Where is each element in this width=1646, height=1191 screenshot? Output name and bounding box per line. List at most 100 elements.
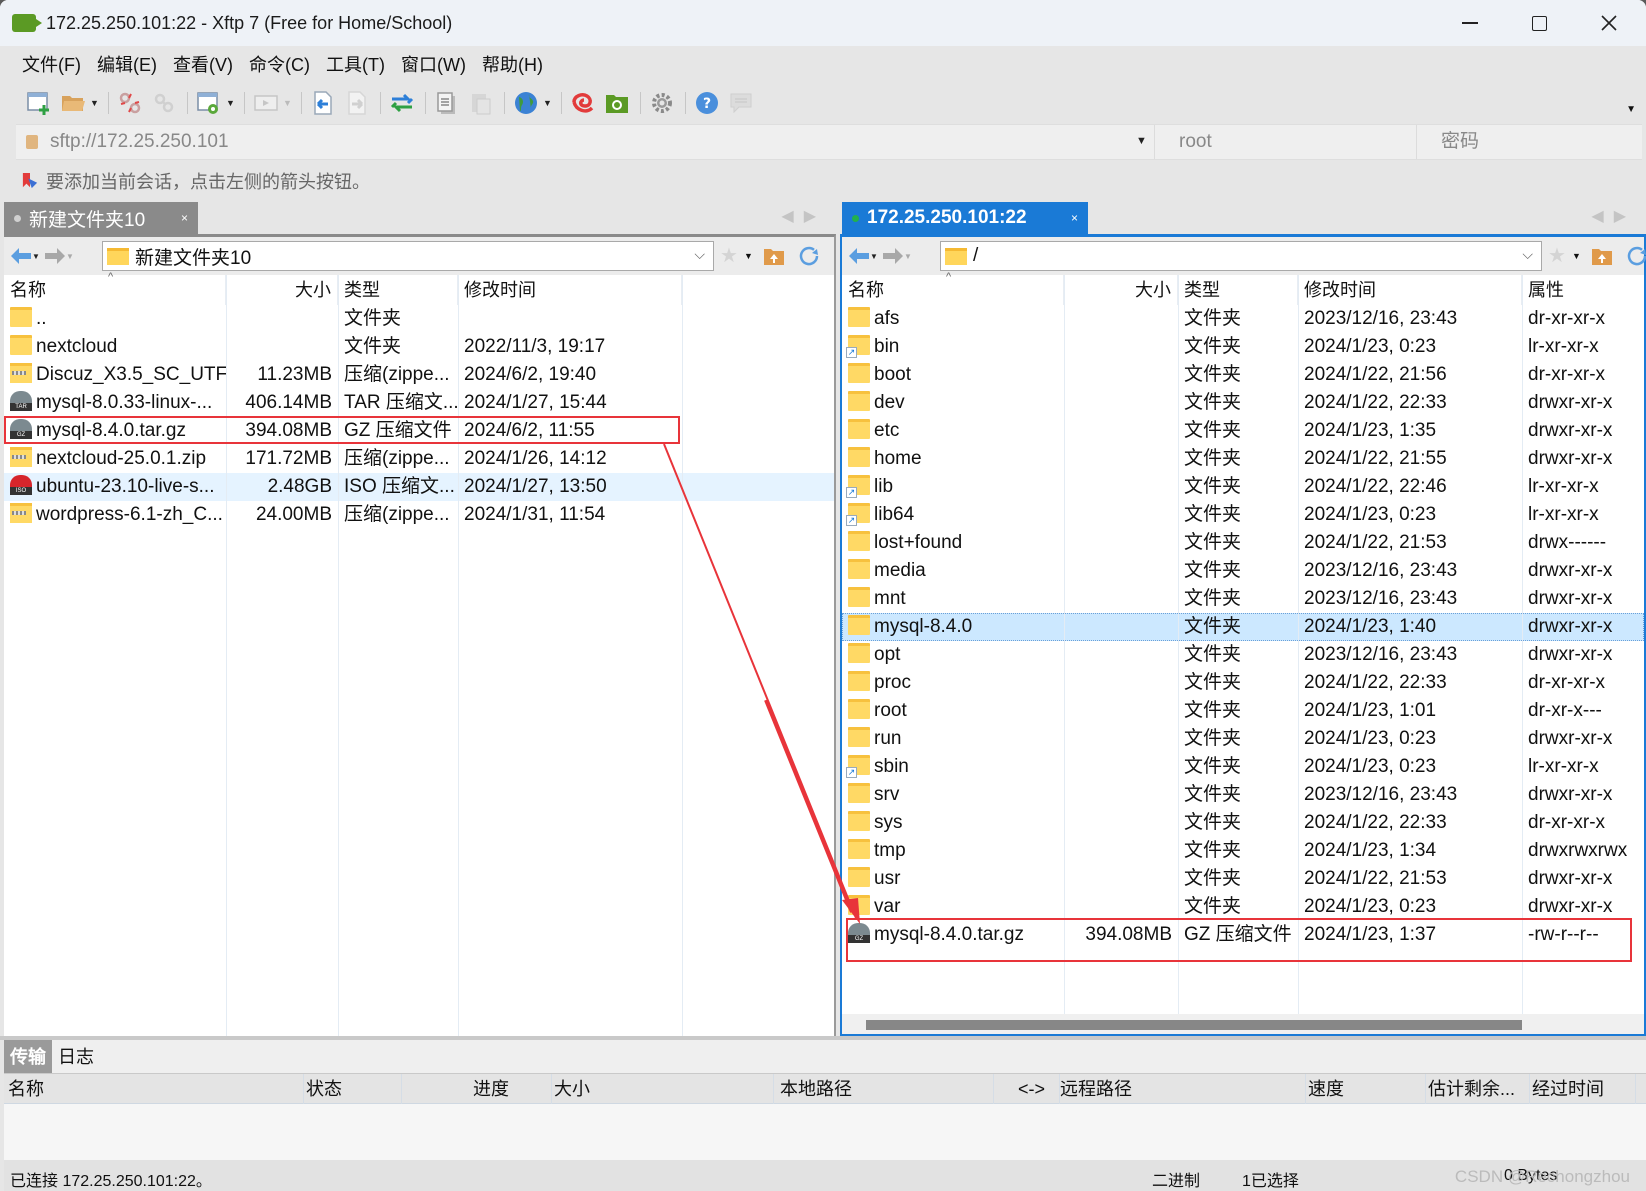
parent-folder-icon[interactable] [1591,246,1613,266]
forward-dropdown[interactable]: ▼ [904,252,916,261]
close-tab-icon[interactable]: × [181,211,188,225]
upload-button[interactable] [310,90,336,116]
add-session-arrow-icon[interactable] [22,172,38,190]
menu-help[interactable]: 帮助(H) [482,51,543,77]
col-direction[interactable]: <-> [1004,1074,1060,1104]
file-row[interactable]: dev 文件夹 2024/1/22, 22:33 drwxr-xr-x [842,389,1644,417]
menu-tools[interactable]: 工具(T) [326,51,385,77]
address-history-dropdown[interactable]: ▼ [1136,135,1147,147]
menu-window[interactable]: 窗口(W) [401,51,466,77]
back-button[interactable] [848,246,870,266]
col-name[interactable]: 名称 [842,275,1064,305]
file-row[interactable]: ↗ lib 文件夹 2024/1/22, 22:46 lr-xr-xr-x [842,473,1644,501]
file-row[interactable]: boot 文件夹 2024/1/22, 21:56 dr-xr-xr-x [842,361,1644,389]
file-row[interactable]: tmp 文件夹 2024/1/23, 1:34 drwxrwxrwx [842,837,1644,865]
bookmark-star-icon[interactable]: ★ [720,243,738,268]
file-row[interactable]: sys 文件夹 2024/1/22, 22:33 dr-xr-xr-x [842,809,1644,837]
file-row[interactable]: media 文件夹 2023/12/16, 23:43 drwxr-xr-x [842,557,1644,585]
back-dropdown[interactable]: ▼ [32,252,44,261]
menu-edit[interactable]: 编辑(E) [97,51,157,77]
help-button[interactable]: ? [694,90,720,116]
col-modified[interactable]: 修改时间 [1298,275,1522,305]
forward-button[interactable] [44,246,66,266]
download-button[interactable] [344,90,370,116]
col-transfer-size[interactable]: 大小 [554,1074,774,1104]
col-local-path[interactable]: 本地路径 [780,1074,994,1104]
path-dropdown-chevron-icon[interactable]: ⌵ [1522,246,1533,263]
col-remote-path[interactable]: 远程路径 [1060,1074,1306,1104]
col-transfer-status[interactable]: 状态 [306,1074,402,1104]
col-elapsed[interactable]: 经过时间 [1532,1074,1636,1104]
open-session-button[interactable] [60,90,86,116]
bookmark-dropdown[interactable]: ▼ [1572,251,1581,261]
back-dropdown[interactable]: ▼ [870,252,882,261]
toolbar-overflow-button[interactable]: ▼ [1626,104,1636,115]
session-properties-button[interactable] [196,90,222,116]
file-row[interactable]: wordpress-6.1-zh_C... 24.00MB 压缩(zippe... 2… [4,501,834,529]
password-field[interactable]: 密码 [1416,125,1642,159]
col-eta[interactable]: 估计剩余... [1428,1074,1530,1104]
file-row[interactable]: mysql-8.0.33-linux-... 406.14MB TAR 压缩文...… [4,389,834,417]
refresh-icon[interactable] [797,244,821,268]
col-type[interactable]: 类型 [1178,275,1298,305]
copy-button[interactable] [434,90,460,116]
reconnect-button[interactable] [151,90,177,116]
remote-tab[interactable]: 172.25.250.101:22 × [842,202,1088,234]
close-tab-icon[interactable]: × [1071,211,1078,225]
tab-scroll-arrows[interactable]: ◀▶ [1591,206,1636,226]
col-size[interactable]: 大小 [1064,275,1178,305]
remote-path-input[interactable]: / ⌵ [940,241,1542,271]
host-address-input[interactable]: sftp://172.25.250.101 [50,131,229,153]
col-transfer-progress[interactable]: 进度 [404,1074,552,1104]
forward-button[interactable] [882,246,904,266]
maximize-button[interactable] [1504,0,1574,46]
file-row[interactable]: nextcloud 文件夹 2022/11/3, 19:17 [4,333,834,361]
forward-dropdown[interactable]: ▼ [66,252,78,261]
file-row[interactable]: root 文件夹 2024/1/23, 1:01 dr-xr-x--- [842,697,1644,725]
col-type[interactable]: 类型 [338,275,458,305]
file-row[interactable]: mysql-8.4.0 文件夹 2024/1/23, 1:40 drwxr-xr-x [842,613,1644,641]
col-size[interactable]: 大小 [226,275,338,305]
col-speed[interactable]: 速度 [1308,1074,1426,1104]
path-dropdown-chevron-icon[interactable]: ⌵ [694,246,705,263]
new-session-button[interactable] [26,90,52,116]
file-row[interactable]: .. 文件夹 [4,305,834,333]
paste-button[interactable] [468,90,494,116]
encoding-dropdown[interactable]: ▼ [543,98,553,108]
menu-file[interactable]: 文件(F) [22,51,81,77]
open-session-dropdown[interactable]: ▼ [90,98,100,108]
tab-transfers[interactable]: 传输 [4,1040,52,1073]
file-row[interactable]: ↗ lib64 文件夹 2024/1/23, 0:23 lr-xr-xr-x [842,501,1644,529]
file-row[interactable]: opt 文件夹 2023/12/16, 23:43 drwxr-xr-x [842,641,1644,669]
file-row[interactable]: etc 文件夹 2024/1/23, 1:35 drwxr-xr-x [842,417,1644,445]
file-row[interactable]: lost+found 文件夹 2024/1/22, 21:53 drwx------ [842,529,1644,557]
file-row[interactable]: ↗ sbin 文件夹 2024/1/23, 0:23 lr-xr-xr-x [842,753,1644,781]
col-transfer-name[interactable]: 名称 [8,1074,304,1104]
file-row[interactable]: usr 文件夹 2024/1/22, 21:53 drwxr-xr-x [842,865,1644,893]
local-tab[interactable]: 新建文件夹10 × [4,202,198,234]
local-path-input[interactable]: 新建文件夹10 ⌵ [102,241,714,271]
horizontal-scrollbar-thumb[interactable] [866,1020,1522,1030]
feedback-button[interactable] [728,90,754,116]
transfer-mode-dropdown[interactable]: ▼ [283,98,293,108]
bookmark-dropdown[interactable]: ▼ [744,251,753,261]
xftp-button[interactable] [604,90,630,116]
sync-button[interactable] [389,90,415,116]
col-modified[interactable]: 修改时间 [458,275,682,305]
col-name[interactable]: 名称 [4,275,226,305]
file-row[interactable]: run 文件夹 2024/1/23, 0:23 drwxr-xr-x [842,725,1644,753]
transfer-mode-button[interactable] [253,90,279,116]
file-row[interactable]: afs 文件夹 2023/12/16, 23:43 dr-xr-xr-x [842,305,1644,333]
file-row[interactable]: srv 文件夹 2023/12/16, 23:43 drwxr-xr-x [842,781,1644,809]
file-row[interactable]: var 文件夹 2024/1/23, 0:23 drwxr-xr-x [842,893,1644,921]
tab-log[interactable]: 日志 [52,1040,100,1073]
tab-scroll-arrows[interactable]: ◀▶ [781,206,826,226]
minimize-button[interactable] [1435,0,1505,46]
close-button[interactable] [1574,0,1644,46]
refresh-icon[interactable] [1625,244,1646,268]
col-attributes[interactable]: 属性 [1522,275,1642,305]
file-row[interactable]: proc 文件夹 2024/1/22, 22:33 dr-xr-xr-x [842,669,1644,697]
back-button[interactable] [10,246,32,266]
file-row[interactable]: home 文件夹 2024/1/22, 21:55 drwxr-xr-x [842,445,1644,473]
menu-command[interactable]: 命令(C) [249,51,310,77]
